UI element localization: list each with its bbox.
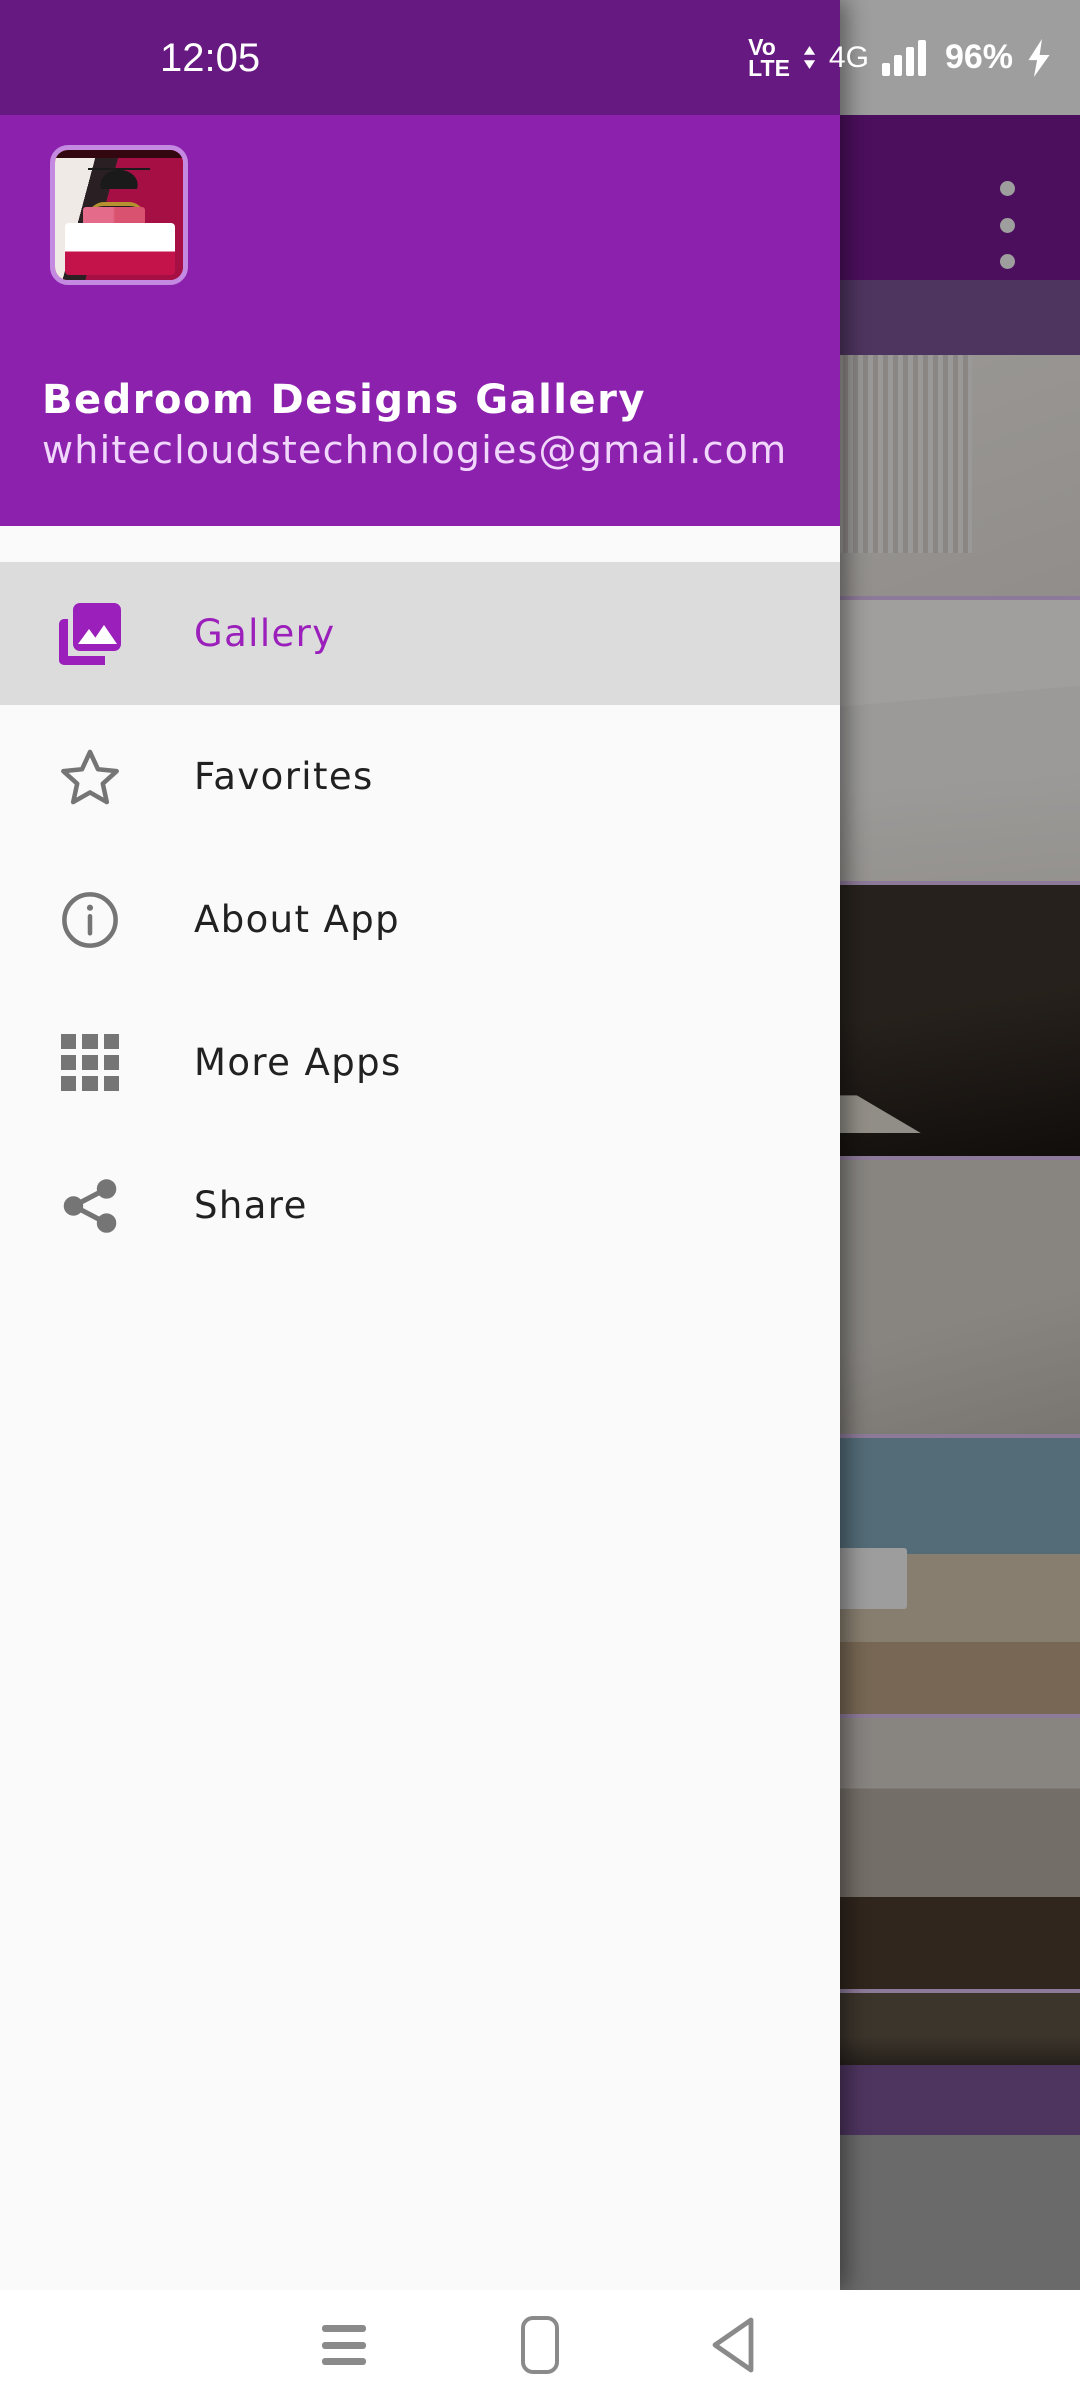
- photo-library-icon: [52, 596, 128, 672]
- status-bar: 12:05: [0, 0, 840, 115]
- info-circle-icon: [52, 882, 128, 958]
- drawer-header: Bedroom Designs Gallery whitecloudstechn…: [0, 115, 840, 526]
- drawer-item-label: Favorites: [194, 755, 374, 798]
- status-bar-right: Vo LTE 4G 96%: [748, 0, 1052, 115]
- drawer-item-about-app[interactable]: About App: [0, 848, 840, 991]
- bedroom-thumbnail-icon: [50, 145, 188, 285]
- signal-bars-icon: [881, 39, 926, 76]
- recents-icon: [322, 2325, 366, 2365]
- navigation-drawer: 12:05 Bedroom Designs Gallery whitecloud…: [0, 0, 840, 2290]
- drawer-divider: [0, 526, 840, 562]
- lightning-bolt-icon: [1028, 38, 1050, 77]
- status-bar-clock: 12:05: [160, 36, 261, 80]
- drawer-item-more-apps[interactable]: More Apps: [0, 991, 840, 1134]
- system-navigation-bar: [0, 2290, 1080, 2400]
- recents-button[interactable]: [246, 2290, 442, 2400]
- volte-icon: Vo LTE: [748, 34, 790, 81]
- apps-grid-icon: [52, 1025, 128, 1101]
- drawer-item-label: Share: [194, 1184, 308, 1227]
- drawer-item-label: About App: [194, 898, 401, 941]
- drawer-menu: Gallery Favorites About App More Apps Sh…: [0, 562, 840, 1277]
- home-icon: [521, 2316, 559, 2374]
- back-button[interactable]: [638, 2290, 834, 2400]
- phone-screen: ry: [0, 0, 1080, 2400]
- battery-percent-label: 96%: [944, 38, 1013, 76]
- network-type-label: 4G: [828, 40, 869, 74]
- drawer-app-email: whitecloudstechnologies@gmail.com: [42, 428, 788, 473]
- drawer-item-favorites[interactable]: Favorites: [0, 705, 840, 848]
- drawer-item-share[interactable]: Share: [0, 1134, 840, 1277]
- share-nodes-icon: [52, 1168, 128, 1244]
- drawer-app-title: Bedroom Designs Gallery: [42, 377, 646, 423]
- back-icon: [712, 2317, 754, 2373]
- drawer-item-label: Gallery: [194, 612, 336, 655]
- star-outline-icon: [52, 739, 128, 815]
- drawer-item-gallery[interactable]: Gallery: [0, 562, 840, 705]
- drawer-item-label: More Apps: [194, 1041, 402, 1084]
- home-button[interactable]: [442, 2290, 638, 2400]
- data-transfer-icon: [803, 46, 816, 69]
